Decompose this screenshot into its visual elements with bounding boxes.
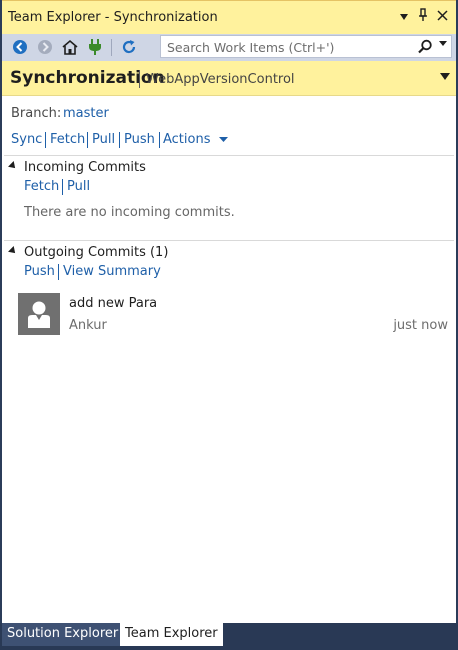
link-separator <box>119 132 120 148</box>
page-navigation-dropdown-icon[interactable] <box>440 71 450 84</box>
section-divider <box>4 240 454 241</box>
link-separator <box>159 132 160 148</box>
window-menu-dropdown-icon[interactable] <box>396 8 412 26</box>
refresh-icon[interactable] <box>119 37 139 57</box>
toolbar-separator <box>111 39 112 56</box>
outgoing-push-link[interactable]: Push <box>24 264 55 279</box>
header-separator <box>139 70 140 88</box>
push-link[interactable]: Push <box>124 132 155 147</box>
section-divider <box>4 155 454 156</box>
outgoing-collapse-triangle-icon[interactable] <box>8 246 18 256</box>
tool-window-tabs: Solution Explorer Team Explorer <box>0 623 458 650</box>
search-input[interactable] <box>165 37 409 58</box>
team-explorer-window: Team Explorer - Synchronization Search W… <box>0 0 458 623</box>
commit-author: Ankur <box>69 318 107 333</box>
repository-name: WebAppVersionControl <box>146 72 295 87</box>
fetch-link[interactable]: Fetch <box>50 132 85 147</box>
user-avatar-icon <box>28 301 50 328</box>
search-options-dropdown-icon[interactable] <box>439 40 447 50</box>
connect-icon[interactable] <box>85 37 105 57</box>
actions-menu[interactable]: Actions <box>163 132 228 147</box>
incoming-empty-message: There are no incoming commits. <box>24 205 235 220</box>
link-separator <box>62 179 63 195</box>
branch-label: Branch: <box>11 106 62 121</box>
outgoing-commits-title[interactable]: Outgoing Commits (1) <box>24 245 168 260</box>
toolbar <box>2 34 456 61</box>
link-separator <box>87 132 88 148</box>
view-summary-link[interactable]: View Summary <box>63 264 161 279</box>
search-icon[interactable] <box>417 39 433 55</box>
forward-icon[interactable] <box>35 37 55 57</box>
search-box[interactable] <box>160 35 452 58</box>
actions-chevron-down-icon <box>218 137 228 142</box>
incoming-commits-title[interactable]: Incoming Commits <box>24 160 146 175</box>
author-avatar <box>18 293 60 335</box>
home-icon[interactable] <box>60 37 80 57</box>
pin-icon[interactable] <box>415 8 431 26</box>
link-separator <box>58 264 59 280</box>
page-header: Synchronization WebAppVersionControl <box>2 61 456 96</box>
pull-link[interactable]: Pull <box>92 132 115 147</box>
window-title: Team Explorer - Synchronization <box>8 10 218 25</box>
link-separator <box>45 132 46 148</box>
tab-solution-explorer[interactable]: Solution Explorer <box>2 623 124 646</box>
page-title: Synchronization <box>10 68 165 88</box>
actions-menu-label: Actions <box>163 132 211 147</box>
branch-link[interactable]: master <box>63 106 109 121</box>
close-icon[interactable] <box>434 8 450 26</box>
sync-link[interactable]: Sync <box>11 132 42 147</box>
tab-team-explorer[interactable]: Team Explorer <box>120 623 223 646</box>
commit-time: just now <box>393 318 448 333</box>
commit-message: add new Para <box>69 296 158 311</box>
title-bar: Team Explorer - Synchronization <box>2 0 456 34</box>
back-icon[interactable] <box>10 37 30 57</box>
incoming-fetch-link[interactable]: Fetch <box>24 179 59 194</box>
incoming-pull-link[interactable]: Pull <box>67 179 90 194</box>
incoming-collapse-triangle-icon[interactable] <box>8 161 18 171</box>
